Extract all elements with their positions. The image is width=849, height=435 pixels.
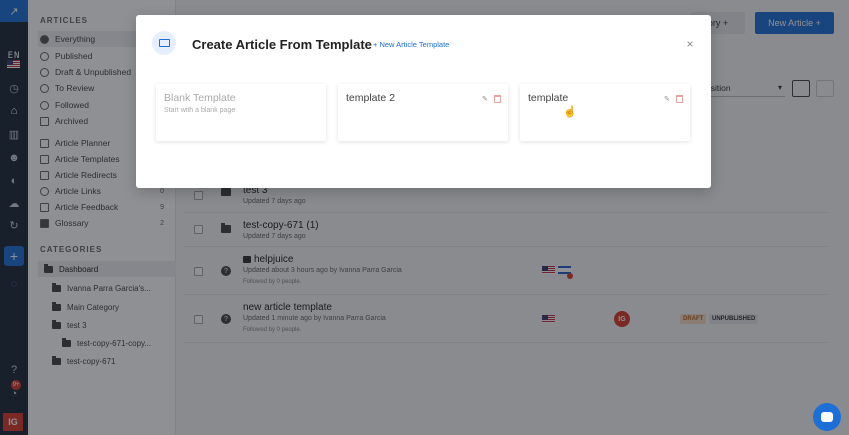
close-icon[interactable]: × [683, 37, 697, 51]
new-article-template-link[interactable]: + New Article Template [373, 40, 449, 49]
trash-icon[interactable] [676, 95, 683, 103]
template-title: template 2 [346, 92, 396, 104]
create-from-template-modal: Create Article From Template + New Artic… [136, 15, 711, 188]
template-subtitle: Start with a blank page [164, 107, 236, 114]
modal-title: Create Article From Template [192, 37, 372, 52]
pencil-icon[interactable]: ✎ [664, 95, 671, 103]
chat-button[interactable] [813, 403, 841, 431]
hand-cursor-icon: ☝ [563, 106, 577, 118]
template-card-template-2[interactable]: template 2 ✎ [338, 84, 508, 141]
trash-icon[interactable] [494, 95, 501, 103]
chat-icon [821, 412, 833, 422]
template-card-blank[interactable]: Blank Template Start with a blank page [156, 84, 326, 141]
template-title: template [528, 92, 569, 104]
template-card-template[interactable]: template ✎ [520, 84, 690, 141]
pencil-icon[interactable]: ✎ [482, 95, 489, 103]
template-title: Blank Template [164, 92, 236, 104]
template-icon [152, 31, 176, 55]
